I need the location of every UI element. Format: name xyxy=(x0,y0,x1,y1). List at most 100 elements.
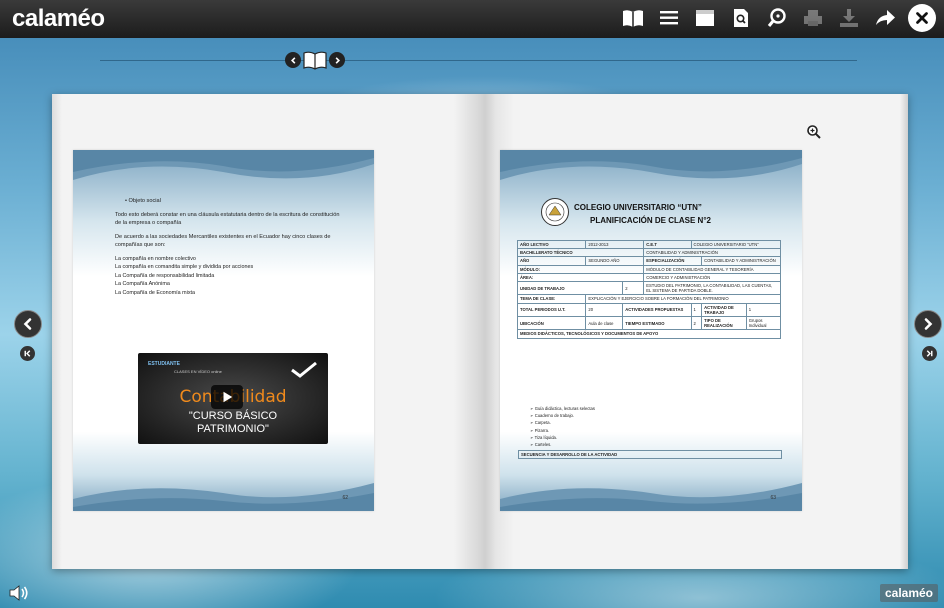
calameo-brand-badge[interactable]: calaméo xyxy=(879,584,938,602)
table-cell: Grupos Individual xyxy=(745,316,782,331)
right-page[interactable]: COLEGIO UNIVERSITARIO “UTN” PLANIFICACIÓ… xyxy=(500,150,802,511)
table-row: BACHILLERATO TÉCNICO CONTABILIDAD Y ADMI… xyxy=(516,248,781,258)
first-page-icon[interactable] xyxy=(20,346,35,361)
calameo-logo[interactable]: calaméo xyxy=(12,5,105,33)
mini-book-icon[interactable] xyxy=(303,50,327,70)
list-item-text: Guía didáctica, lecturas selectas xyxy=(534,406,595,411)
close-icon[interactable] xyxy=(908,4,936,32)
list-item-text: Tiza líquida. xyxy=(534,434,558,440)
activity-sequence-row: SECUENCIA Y DESARROLLO DE LA ACTIVIDAD xyxy=(518,450,782,459)
table-cell: AÑO xyxy=(516,256,587,266)
table-cell: ESPECIALIZACIÓN xyxy=(643,256,703,266)
book-viewer: • Objeto social Todo esto deberá constar… xyxy=(52,94,908,569)
table-cell: UBICACIÓN xyxy=(516,316,587,331)
table-cell: SEGUNDO AÑO xyxy=(585,256,645,266)
list-item: La compañía en nombre colectivo xyxy=(115,255,196,262)
fullscreen-icon[interactable] xyxy=(692,4,718,32)
list-item: La Compañía Anónima xyxy=(115,281,170,287)
table-cell: CONTABILIDAD Y ADMINISTRACIÓN xyxy=(643,248,781,258)
table-cell: MÓDULO: xyxy=(516,264,645,274)
table-cell: 20 xyxy=(585,302,624,318)
search-document-icon[interactable] xyxy=(728,4,754,32)
print-icon[interactable] xyxy=(800,4,826,32)
table-cell: ESTUDIO DEL PATRIMONIO, LA CONTABILIDAD,… xyxy=(643,281,781,296)
video-badge: ESTUDIANTE xyxy=(148,361,180,367)
video-caption: CLASES EN VÍDEO online xyxy=(174,369,222,374)
zoom-in-icon[interactable] xyxy=(806,124,822,140)
table-row: TOTAL PERIODOS U.T. 20 ACTIVIDADES PROPU… xyxy=(516,302,782,318)
list-item: La Compañía de responsabilidad limitada xyxy=(115,272,215,279)
list-view-icon[interactable] xyxy=(656,4,682,32)
list-item: ➢ Carteles. xyxy=(530,442,552,448)
share-icon[interactable] xyxy=(872,4,898,32)
table-cell: TIPO DE REALIZACIÓN xyxy=(701,316,747,331)
book-right-edge xyxy=(900,94,908,569)
table-row: ÁREA: COMERCIO Y ADMINISTRACIÓN xyxy=(516,272,781,283)
table-cell: UNIDAD DE TRABAJO xyxy=(516,281,624,296)
table-cell: TIEMPO ESTIMADO xyxy=(622,316,692,331)
table-cell: COMERCIO Y ADMINISTRACIÓN xyxy=(643,272,781,283)
list-item: ➢ Pizarra. xyxy=(530,427,550,433)
top-wave-decoration xyxy=(73,150,374,180)
table-cell: TEMA DE CLASE: xyxy=(516,294,587,304)
table-row: AÑO SEGUNDO AÑO ESPECIALIZACIÓN CONTABIL… xyxy=(516,256,781,266)
table-cell: MÓDULO DE CONTABILIDAD GENERAL Y TESORER… xyxy=(643,264,781,274)
table-row: MEDIOS DIDÁCTICOS, TECNOLÓGICOS Y DOCUME… xyxy=(517,329,781,339)
bullet-text: Objeto social xyxy=(128,198,161,204)
table-cell: COLEGIO UNIVERSITARIO “UTN” xyxy=(690,239,782,250)
table-cell: ÁREA: xyxy=(516,272,645,283)
table-cell: ACTIVIDADES PROPUESTAS xyxy=(622,302,692,318)
table-row: UBICACIÓN Aula de clase TIEMPO ESTIMADO … xyxy=(516,316,782,331)
table-cell: 2 xyxy=(690,316,703,331)
bottom-wave-decoration xyxy=(500,483,802,511)
play-icon[interactable] xyxy=(211,385,243,409)
video-subtitle-2: PATRIMONIO" xyxy=(197,423,269,435)
mini-next-icon[interactable] xyxy=(329,52,345,68)
list-item-text: Carpeta. xyxy=(534,420,551,426)
last-page-icon[interactable] xyxy=(922,346,937,361)
previous-page-icon[interactable] xyxy=(14,310,42,338)
table-cell: 1 xyxy=(745,302,782,318)
list-item: ➢ Tiza líquida. xyxy=(530,434,558,440)
table-cell: EXPLICACIÓN Y EJERCICIO SOBRE LA FORMACI… xyxy=(585,294,781,304)
table-row: UNIDAD DE TRABAJO 2 ESTUDIO DEL PATRIMON… xyxy=(516,281,781,296)
book-view-icon[interactable] xyxy=(620,4,646,32)
mini-page-navigator xyxy=(285,50,345,70)
mini-prev-icon[interactable] xyxy=(285,52,301,68)
next-page-icon[interactable] xyxy=(914,310,942,338)
table-row: TEMA DE CLASE: EXPLICACIÓN Y EJERCICIO S… xyxy=(516,294,781,304)
table-cell: Aula de clase xyxy=(585,316,624,331)
list-item: ➢ Carpeta. xyxy=(530,420,551,426)
book-left-edge xyxy=(52,94,62,569)
list-item: ➢ Cuaderno de trabajo. xyxy=(530,413,575,419)
page-number: 62 xyxy=(342,495,348,501)
left-page[interactable]: • Objeto social Todo esto deberá constar… xyxy=(73,150,374,511)
top-wave-decoration xyxy=(500,150,802,180)
embedded-video[interactable]: ESTUDIANTE CLASES EN VÍDEO online Contab… xyxy=(138,353,328,444)
video-subtitle-1: "CURSO BÁSICO xyxy=(188,410,278,422)
sound-icon[interactable] xyxy=(8,584,30,602)
table-cell: TOTAL PERIODOS U.T. xyxy=(516,302,587,318)
download-icon[interactable] xyxy=(836,4,862,32)
table-cell: BACHILLERATO TÉCNICO xyxy=(516,248,645,258)
list-item-text: Pizarra. xyxy=(534,427,550,433)
table-cell: 2012-2013 xyxy=(585,239,645,250)
left-page-text: • Objeto social Todo esto deberá constar… xyxy=(115,197,345,297)
checkmark-icon xyxy=(291,361,317,378)
school-title: COLEGIO UNIVERSITARIO “UTN” xyxy=(574,203,702,212)
option-individual: Individual xyxy=(748,323,767,329)
table-cell: AÑO LECTIVO xyxy=(516,239,587,250)
table-cell: MEDIOS DIDÁCTICOS, TECNOLÓGICOS Y DOCUME… xyxy=(517,329,781,339)
list-item-text: Cuaderno de trabajo. xyxy=(534,413,575,419)
table-row: AÑO LECTIVO 2012-2013 C.E.T COLEGIO UNIV… xyxy=(516,239,782,250)
list-item: ➢ Guía didáctica, lecturas selectas xyxy=(530,406,595,411)
table-cell: 2 xyxy=(622,281,645,296)
table-cell: ACTIVIDAD DE TRABAJO xyxy=(701,302,747,318)
bottom-wave-decoration xyxy=(73,483,374,511)
table-cell: 1 xyxy=(690,302,703,318)
zoom-search-icon[interactable] xyxy=(764,4,790,32)
table-cell: CONTABILIDAD Y ADMINISTRACIÓN xyxy=(701,256,781,266)
company-type-list: La compañía en nombre colectivo La compa… xyxy=(115,255,345,298)
list-item-text: Carteles. xyxy=(534,442,552,448)
top-toolbar: calaméo xyxy=(0,0,944,38)
